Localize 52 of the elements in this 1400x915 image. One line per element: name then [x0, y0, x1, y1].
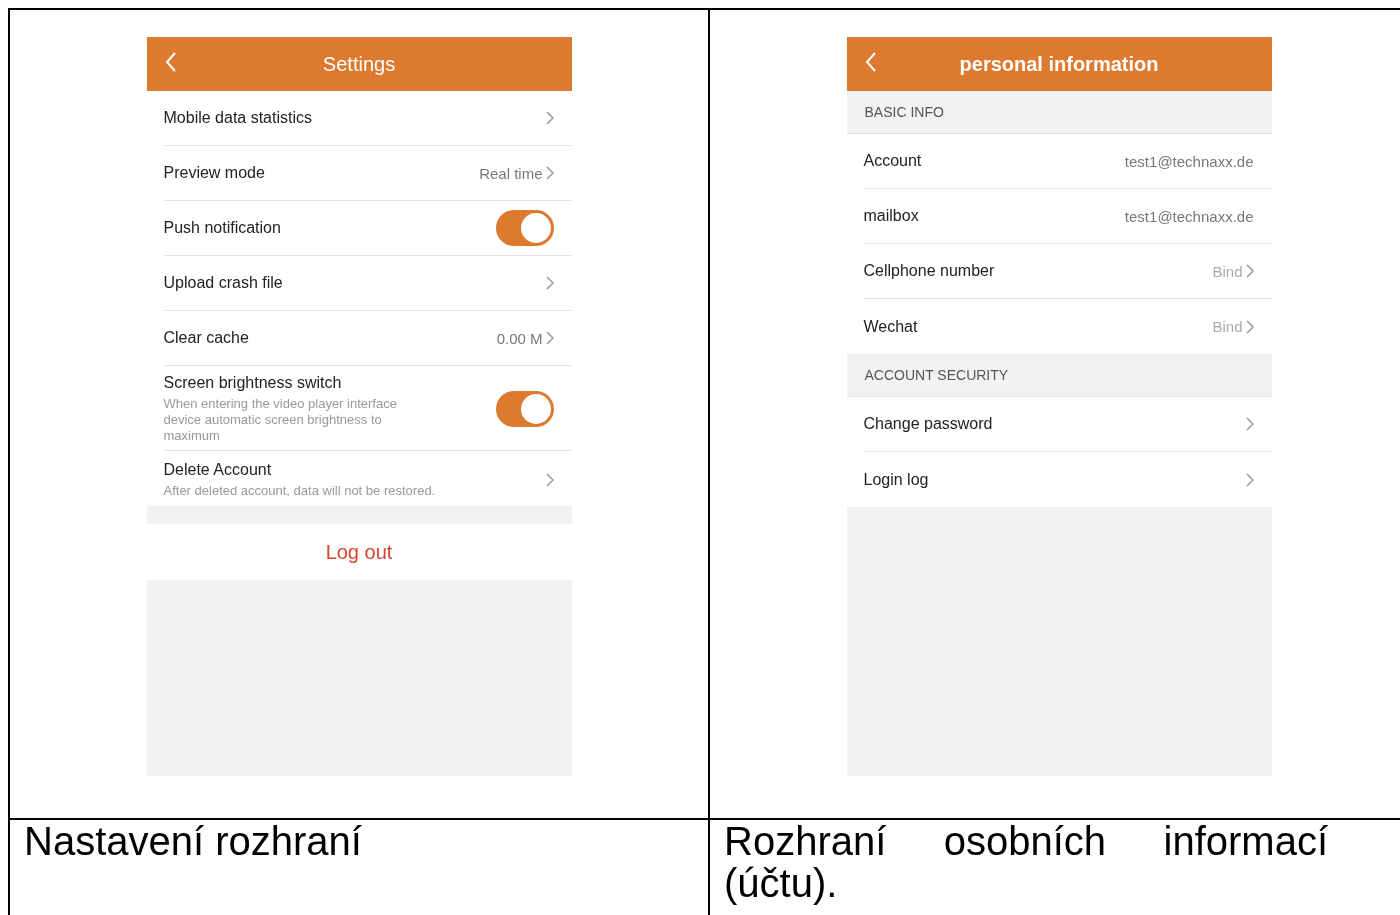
row-value: Real time	[479, 164, 543, 182]
settings-row[interactable]: Delete Account After deleted account, data will not be restored.	[163, 451, 572, 506]
chevron-right-icon	[1245, 319, 1254, 334]
chevron-right-icon	[1245, 417, 1254, 431]
row-label: Clear cache	[163, 329, 250, 347]
row-value: test1@technaxx.de	[1124, 207, 1254, 225]
row-label: mailbox	[863, 207, 920, 225]
row-label: Wechat	[863, 317, 919, 336]
chevron-right-icon	[545, 276, 554, 290]
row-label: Login log	[863, 470, 930, 489]
settings-row[interactable]: Upload crash file	[163, 256, 572, 311]
chevron-right-icon	[1245, 264, 1254, 278]
row-description: After deleted account, data will not be restored.	[163, 482, 437, 499]
row-label: Cellphone number	[863, 262, 996, 280]
row-label: Preview mode	[163, 164, 266, 182]
row-description: When entering the video player interface device automatic screen brightness to maximum	[163, 396, 398, 444]
screen-title: personal information	[959, 52, 1159, 76]
row-label: Push notification	[163, 219, 282, 237]
caption: Rozhraní osobních informací (účtu).	[724, 820, 1328, 904]
row-value: Bind	[1212, 262, 1243, 280]
chevron-right-icon	[1245, 472, 1254, 487]
row-value: 0.00 M	[496, 329, 543, 347]
chevron-right-icon	[545, 331, 554, 345]
settings-row[interactable]: Mobile data statistics	[163, 91, 572, 146]
toggle-switch[interactable]	[495, 391, 554, 427]
settings-row[interactable]: Account test1@technaxx.de	[863, 134, 1272, 189]
chevron-right-icon	[545, 166, 554, 180]
row-label: Upload crash file	[163, 274, 284, 292]
settings-row[interactable]: Preview mode Real time	[163, 146, 572, 201]
row-label: Change password	[863, 415, 994, 433]
back-button[interactable]	[864, 51, 877, 73]
chevron-right-icon	[545, 111, 554, 125]
logout-button[interactable]: Log out	[146, 524, 572, 580]
row-label: Delete Account	[163, 460, 273, 479]
toggle-switch[interactable]	[495, 210, 554, 246]
row-value: Bind	[1212, 318, 1243, 335]
settings-row[interactable]: Screen brightness switch When entering the video player interface device automatic screen brightness to maximum	[163, 366, 572, 451]
row-label: Screen brightness switch	[163, 374, 343, 392]
settings-row[interactable]: Cellphone number Bind	[863, 244, 1272, 299]
settings-row[interactable]: Wechat Bind	[863, 299, 1272, 354]
back-button[interactable]	[164, 51, 177, 73]
caption: Nastavení rozhraní	[24, 820, 363, 862]
chevron-right-icon	[545, 472, 554, 487]
row-label: Account	[863, 152, 923, 170]
settings-row[interactable]: Change password	[863, 397, 1272, 452]
row-value: test1@technaxx.de	[1124, 152, 1254, 170]
settings-row[interactable]: Clear cache 0.00 M	[163, 311, 572, 366]
settings-row[interactable]: mailbox test1@technaxx.de	[863, 189, 1272, 244]
settings-row[interactable]: Push notification	[163, 201, 572, 256]
screen-title: Settings	[322, 52, 396, 76]
row-label: Mobile data statistics	[163, 109, 313, 127]
settings-row[interactable]: Login log	[863, 452, 1272, 507]
